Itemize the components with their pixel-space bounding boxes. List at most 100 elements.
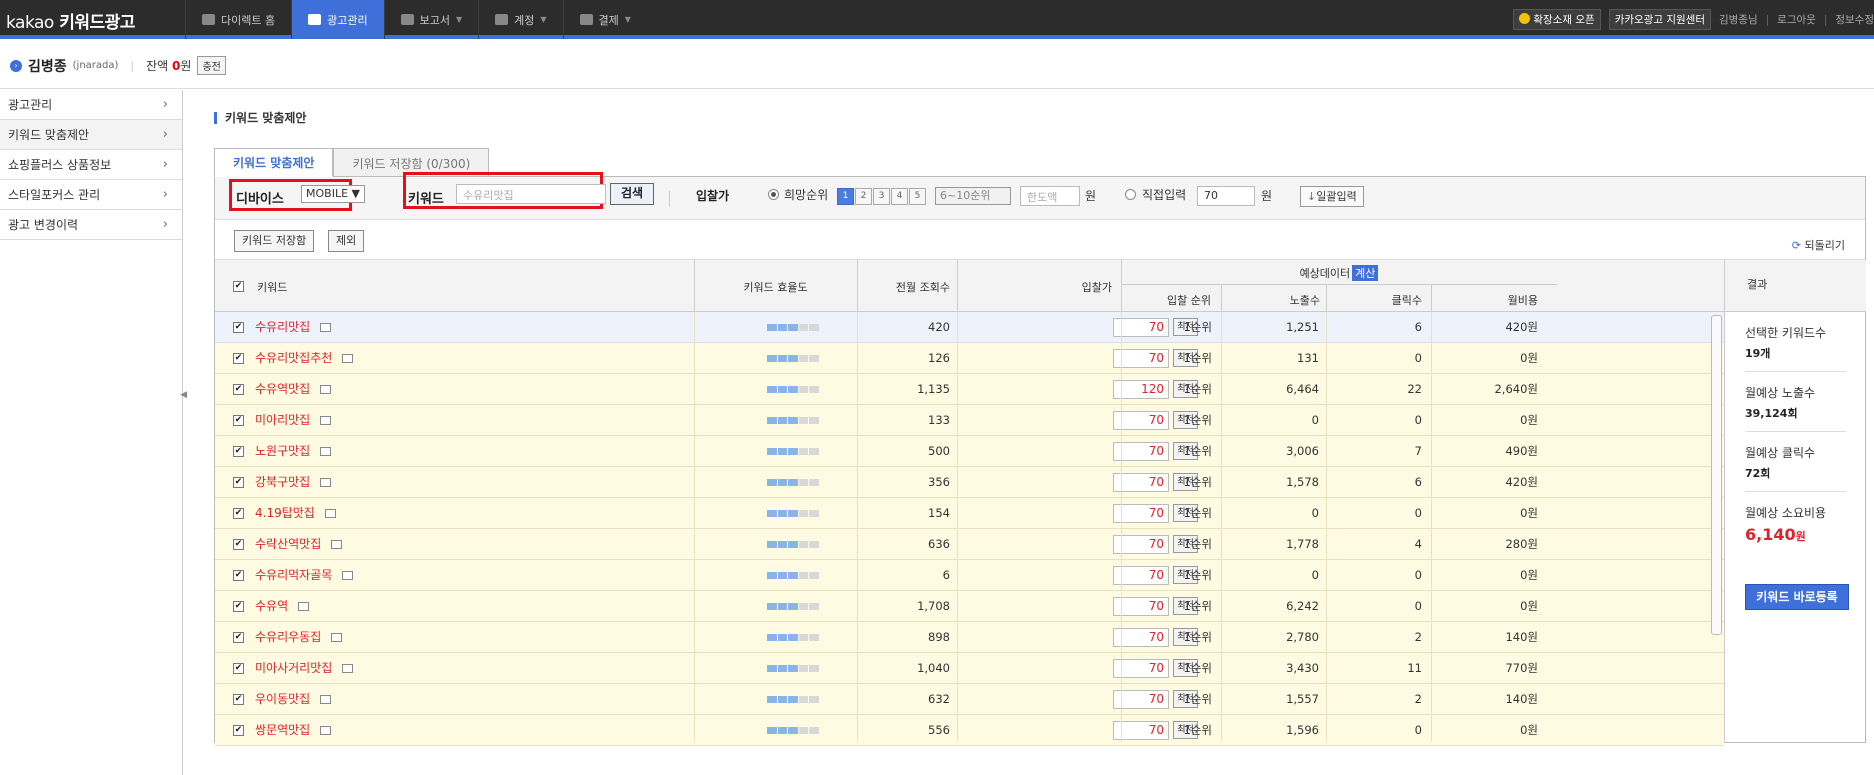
preview-icon[interactable] bbox=[320, 385, 332, 394]
rank-radio[interactable] bbox=[768, 189, 779, 200]
info-edit-link[interactable]: 정보수정 bbox=[1835, 12, 1874, 27]
preview-icon[interactable] bbox=[320, 726, 332, 735]
direct-radio[interactable] bbox=[1125, 189, 1136, 200]
row-checkbox[interactable]: ✔ bbox=[233, 601, 244, 612]
notice-button[interactable]: 확장소재 오픈 bbox=[1513, 9, 1601, 30]
rank-range-select[interactable]: 6~10순위 bbox=[935, 187, 1011, 205]
preview-icon[interactable] bbox=[320, 416, 332, 425]
register-keyword-button[interactable]: 키워드 바로등록 bbox=[1745, 584, 1849, 610]
table-row[interactable]: ✔ 쌍문역맛집 556 70 최저 1순위 1,596 0 0원 bbox=[215, 715, 1724, 746]
rank-button-1[interactable]: 1 bbox=[837, 188, 854, 205]
preview-icon[interactable] bbox=[342, 354, 354, 363]
sidebar-item-ad-management[interactable]: 광고관리 › bbox=[0, 90, 182, 120]
monthly-views-cell: 126 bbox=[928, 351, 950, 365]
save-to-storage-button[interactable]: 키워드 저장함 bbox=[234, 230, 315, 252]
keyword-link[interactable]: 수유리우동집 bbox=[255, 622, 343, 653]
preview-icon[interactable] bbox=[320, 478, 332, 487]
direct-bid-input[interactable]: 70 bbox=[1197, 186, 1255, 206]
row-checkbox[interactable]: ✔ bbox=[233, 384, 244, 395]
keyword-link[interactable]: 수락산역맛집 bbox=[255, 529, 343, 560]
sidebar-item-shopping-plus[interactable]: 쇼핑플러스 상품정보 › bbox=[0, 150, 182, 180]
keyword-link[interactable]: 우이동맛집 bbox=[255, 684, 332, 715]
sidebar-collapse-icon[interactable]: ◀ bbox=[180, 390, 187, 400]
row-checkbox[interactable]: ✔ bbox=[233, 415, 244, 426]
rank-button-4[interactable]: 4 bbox=[891, 188, 908, 205]
logo[interactable]: kakao 키워드광고 bbox=[6, 8, 135, 33]
charge-button[interactable]: 충전 bbox=[197, 56, 226, 75]
calc-button[interactable]: 계산 bbox=[1352, 265, 1379, 281]
row-checkbox[interactable]: ✔ bbox=[233, 694, 244, 705]
keyword-link[interactable]: 강북구맛집 bbox=[255, 467, 332, 498]
table-row[interactable]: ✔ 우이동맛집 632 70 최저 1순위 1,557 2 140원 bbox=[215, 684, 1724, 715]
table-row[interactable]: ✔ 강북구맛집 356 70 최저 1순위 1,578 6 420원 bbox=[215, 467, 1724, 498]
rank-button-5[interactable]: 5 bbox=[909, 188, 926, 205]
preview-icon[interactable] bbox=[331, 540, 343, 549]
nav-ad-management[interactable]: 광고관리 bbox=[291, 0, 384, 39]
table-row[interactable]: ✔ 수유역 1,708 70 최저 1순위 6,242 0 0원 bbox=[215, 591, 1724, 622]
limit-input[interactable]: 한도액 bbox=[1020, 186, 1080, 206]
search-button[interactable]: 검색 bbox=[610, 183, 654, 205]
row-checkbox[interactable]: ✔ bbox=[233, 446, 244, 457]
select-all-checkbox[interactable]: ✔ bbox=[233, 281, 244, 292]
table-row[interactable]: ✔ 수유리우동집 898 70 최저 1순위 2,780 2 140원 bbox=[215, 622, 1724, 653]
table-row[interactable]: ✔ 노원구맛집 500 70 최저 1순위 3,006 7 490원 bbox=[215, 436, 1724, 467]
row-checkbox[interactable]: ✔ bbox=[233, 632, 244, 643]
rank-button-3[interactable]: 3 bbox=[873, 188, 890, 205]
row-checkbox[interactable]: ✔ bbox=[233, 663, 244, 674]
sidebar-item-keyword-suggest[interactable]: 키워드 맞춤제안 › bbox=[0, 120, 182, 150]
nav-reports[interactable]: 보고서 ▼ bbox=[383, 0, 479, 39]
top-right-menu: 확장소재 오픈 카카오광고 지원센터 김병종님 | 로그아웃 | 정보수정 bbox=[1513, 9, 1874, 30]
row-checkbox[interactable]: ✔ bbox=[233, 477, 244, 488]
reset-button[interactable]: ⟳ 되돌리기 bbox=[1792, 237, 1845, 253]
keyword-input[interactable]: 수유리맛집 bbox=[456, 184, 606, 204]
keyword-link[interactable]: 미아사거리맛집 bbox=[255, 653, 354, 684]
keyword-link[interactable]: 수유리먹자골목 bbox=[255, 560, 354, 591]
exclude-button[interactable]: 제외 bbox=[328, 230, 365, 252]
preview-icon[interactable] bbox=[320, 447, 332, 456]
keyword-link[interactable]: 수유리맛집 bbox=[255, 312, 332, 343]
table-row[interactable]: ✔ 미아사거리맛집 1,040 70 최저 1순위 3,430 11 770원 bbox=[215, 653, 1724, 684]
keyword-link[interactable]: 수유리맛집추천 bbox=[255, 343, 354, 374]
preview-icon[interactable] bbox=[331, 633, 343, 642]
bulk-input-button[interactable]: ↓일괄입력 bbox=[1300, 186, 1364, 207]
nav-account[interactable]: 계정 ▼ bbox=[478, 0, 562, 39]
table-row[interactable]: ✔ 수유리먹자골목 6 70 최저 1순위 0 0 0원 bbox=[215, 560, 1724, 591]
monthly-cost-cell: 0원 bbox=[1520, 506, 1538, 520]
keyword-link[interactable]: 미아리맛집 bbox=[255, 405, 332, 436]
keyword-link[interactable]: 수유역맛집 bbox=[255, 374, 332, 405]
nav-payment[interactable]: 결제 ▼ bbox=[562, 0, 647, 39]
divider bbox=[957, 312, 958, 742]
keyword-link[interactable]: 수유역 bbox=[255, 591, 310, 622]
preview-icon[interactable] bbox=[324, 509, 336, 518]
row-checkbox[interactable]: ✔ bbox=[233, 725, 244, 736]
table-row[interactable]: ✔ 수락산역맛집 636 70 최저 1순위 1,778 4 280원 bbox=[215, 529, 1724, 560]
preview-icon[interactable] bbox=[298, 602, 310, 611]
table-row[interactable]: ✔ 수유리맛집추천 126 70 최저 1순위 131 0 0원 bbox=[215, 343, 1724, 374]
table-scrollbar[interactable] bbox=[1711, 315, 1722, 635]
preview-icon[interactable] bbox=[320, 695, 332, 704]
table-row[interactable]: ✔ 수유역맛집 1,135 120 최저 1순위 6,464 22 2,640원 bbox=[215, 374, 1724, 405]
row-checkbox[interactable]: ✔ bbox=[233, 508, 244, 519]
row-checkbox[interactable]: ✔ bbox=[233, 570, 244, 581]
preview-icon[interactable] bbox=[342, 664, 354, 673]
sidebar-item-change-history[interactable]: 광고 변경이력 › bbox=[0, 210, 182, 240]
keyword-link[interactable]: 노원구맛집 bbox=[255, 436, 332, 467]
nav-direct-home[interactable]: 다이렉트 홈 bbox=[185, 0, 291, 39]
top-bar: kakao 키워드광고 다이렉트 홈 광고관리 보고서 ▼ 계정 ▼ 결제 ▼ 확장소… bbox=[0, 0, 1874, 39]
row-checkbox[interactable]: ✔ bbox=[233, 539, 244, 550]
table-row[interactable]: ✔ 수유리맛집 420 70 최저 1순위 1,251 6 420원 bbox=[215, 312, 1724, 343]
preview-icon[interactable] bbox=[320, 323, 332, 332]
keyword-link[interactable]: 쌍문역맛집 bbox=[255, 715, 332, 746]
support-center-button[interactable]: 카카오광고 지원센터 bbox=[1608, 9, 1711, 30]
table-row[interactable]: ✔ 4.19탑맛집 154 70 최저 1순위 0 0 0원 bbox=[215, 498, 1724, 529]
rank-button-2[interactable]: 2 bbox=[855, 188, 872, 205]
keyword-link[interactable]: 4.19탑맛집 bbox=[255, 498, 336, 529]
tab-keyword-suggest[interactable]: 키워드 맞춤제안 bbox=[214, 148, 334, 177]
row-checkbox[interactable]: ✔ bbox=[233, 322, 244, 333]
table-row[interactable]: ✔ 미아리맛집 133 70 최저 1순위 0 0 0원 bbox=[215, 405, 1724, 436]
sidebar-item-style-focus[interactable]: 스타일포커스 관리 › bbox=[0, 180, 182, 210]
logout-link[interactable]: 로그아웃 bbox=[1777, 12, 1816, 27]
row-checkbox[interactable]: ✔ bbox=[233, 353, 244, 364]
preview-icon[interactable] bbox=[342, 571, 354, 580]
device-select[interactable]: MOBILE ▼ bbox=[301, 185, 365, 203]
